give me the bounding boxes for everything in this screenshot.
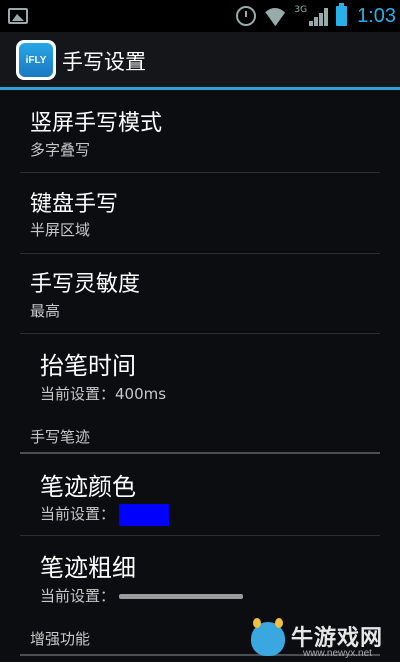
alarm-icon	[236, 6, 257, 26]
setting-sensitivity[interactable]: 手写灵敏度 最高	[0, 254, 400, 334]
battery-icon	[336, 3, 348, 26]
watermark-url: www.newyx.net	[303, 648, 372, 659]
mascot-logo-icon	[251, 618, 285, 656]
category-stroke: 手写笔迹	[30, 428, 91, 446]
page-title: 手写设置	[62, 50, 146, 74]
setting-title: 手写灵敏度	[30, 272, 141, 297]
status-icons: 3G 1:03	[236, 2, 396, 30]
action-bar: iFLY 手写设置	[0, 32, 400, 90]
clock: 1:03	[357, 4, 396, 27]
setting-summary-prefix: 当前设置：	[40, 505, 116, 523]
setting-title: 竖屏手写模式	[30, 111, 163, 136]
setting-title: 笔迹颜色	[40, 473, 136, 501]
signal-icon	[309, 6, 329, 26]
setting-summary: 当前设置：	[40, 503, 170, 526]
setting-summary: 当前设置：	[40, 585, 244, 606]
setting-portrait-mode[interactable]: 竖屏手写模式 多字叠写	[0, 93, 400, 172]
setting-summary: 当前设置：400ms	[40, 385, 167, 403]
setting-summary: 半屏区域	[30, 221, 91, 239]
category-divider	[20, 452, 380, 454]
stroke-thickness-indicator	[119, 594, 244, 599]
setting-title: 键盘手写	[30, 192, 119, 217]
stroke-color-swatch	[119, 503, 170, 526]
setting-summary: 多字叠写	[30, 141, 91, 159]
setting-stroke-thickness[interactable]: 笔迹粗细 当前设置：	[0, 536, 400, 614]
category-enhanced: 增强功能	[30, 630, 91, 648]
network-type-label: 3G	[294, 5, 308, 15]
setting-pen-lift-time[interactable]: 抬笔时间 当前设置：400ms	[0, 334, 400, 412]
setting-summary-prefix: 当前设置：	[40, 587, 116, 605]
app-logo[interactable]: iFLY	[16, 40, 56, 80]
setting-keyboard-handwriting[interactable]: 键盘手写 半屏区域	[0, 173, 400, 253]
setting-summary: 最高	[30, 302, 61, 320]
setting-stroke-color[interactable]: 笔迹颜色 当前设置：	[0, 455, 400, 535]
app-logo-text: iFLY	[19, 43, 53, 77]
setting-title: 笔迹粗细	[40, 554, 136, 582]
status-bar: 3G 1:03	[0, 0, 400, 32]
setting-title: 抬笔时间	[40, 352, 136, 380]
wifi-icon	[262, 6, 288, 26]
watermark: 牛游戏网 www.newyx.net	[251, 618, 396, 660]
image-notification-icon	[8, 8, 28, 24]
